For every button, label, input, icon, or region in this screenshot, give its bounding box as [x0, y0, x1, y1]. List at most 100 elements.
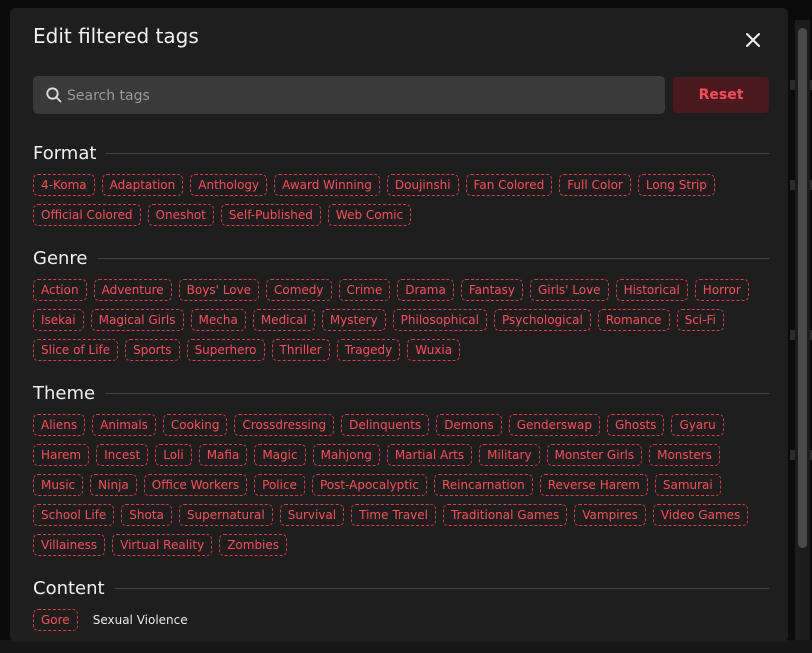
- tag-chip-psychological[interactable]: Psychological: [493, 309, 591, 331]
- search-input[interactable]: [65, 76, 659, 116]
- tag-chip-time-travel[interactable]: Time Travel: [351, 504, 436, 526]
- tag-chip-mystery[interactable]: Mystery: [321, 309, 386, 331]
- tag-chip-action[interactable]: Action: [33, 279, 87, 301]
- tag-chip-sexual-violence[interactable]: Sexual Violence: [85, 609, 196, 631]
- tag-chip-comedy[interactable]: Comedy: [266, 279, 332, 301]
- tag-chip-crime[interactable]: Crime: [338, 279, 391, 301]
- tag-chip-magical-girls[interactable]: Magical Girls: [90, 309, 184, 331]
- scrollbar-thumb[interactable]: [798, 28, 807, 548]
- tag-chip-isekai[interactable]: Isekai: [33, 309, 84, 331]
- section-divider: [97, 257, 769, 259]
- tag-chip-mecha[interactable]: Mecha: [190, 309, 246, 331]
- tag-chip-traditional-games[interactable]: Traditional Games: [443, 504, 568, 526]
- tag-chip-tragedy[interactable]: Tragedy: [336, 339, 401, 361]
- tag-chip-military[interactable]: Military: [479, 444, 540, 466]
- tag-chip-adventure[interactable]: Adventure: [93, 279, 172, 301]
- tag-chip-reincarnation[interactable]: Reincarnation: [433, 474, 533, 496]
- tag-chip-crossdressing[interactable]: Crossdressing: [234, 414, 335, 436]
- tag-chip-doujinshi[interactable]: Doujinshi: [386, 174, 459, 196]
- tag-chip-ninja[interactable]: Ninja: [90, 474, 137, 496]
- tag-chip-monsters[interactable]: Monsters: [649, 444, 720, 466]
- tag-chip-cooking[interactable]: Cooking: [162, 414, 228, 436]
- edit-filtered-tags-dialog: Edit filtered tags Reset Format 4-Koma Ad…: [10, 8, 788, 642]
- tag-chip-long-strip[interactable]: Long Strip: [637, 174, 715, 196]
- tag-chip-ghosts[interactable]: Ghosts: [606, 414, 665, 436]
- section-header: Content: [33, 577, 769, 599]
- tag-chip-gore[interactable]: Gore: [33, 609, 78, 631]
- section-title: Genre: [33, 247, 88, 269]
- tag-chip-superhero[interactable]: Superhero: [186, 339, 265, 361]
- tag-chip-monster-girls[interactable]: Monster Girls: [546, 444, 643, 466]
- page-scrollbar[interactable]: [795, 20, 810, 640]
- tag-chip-official-colored[interactable]: Official Colored: [33, 204, 141, 226]
- section-format: Format 4-Koma Adaptation Anthology Award Wi…: [33, 142, 769, 226]
- tag-chip-police[interactable]: Police: [254, 474, 305, 496]
- tag-chip-villainess[interactable]: Villainess: [33, 534, 106, 556]
- tag-chip-video-games[interactable]: Video Games: [652, 504, 749, 526]
- tag-chip-slice-of-life[interactable]: Slice of Life: [33, 339, 119, 361]
- tag-chip-incest[interactable]: Incest: [96, 444, 149, 466]
- tag-chip-music[interactable]: Music: [33, 474, 84, 496]
- tag-chip-demons[interactable]: Demons: [436, 414, 502, 436]
- tag-chip-sports[interactable]: Sports: [125, 339, 180, 361]
- reset-button[interactable]: Reset: [673, 77, 769, 113]
- tag-chip-school-life[interactable]: School Life: [33, 504, 115, 526]
- tag-chip-self-published[interactable]: Self-Published: [220, 204, 321, 226]
- close-button[interactable]: [743, 30, 763, 50]
- tag-chip-vampires[interactable]: Vampires: [574, 504, 646, 526]
- tag-chip-4-koma[interactable]: 4-Koma: [33, 174, 95, 196]
- tag-chip-web-comic[interactable]: Web Comic: [327, 204, 412, 226]
- tag-chip-harem[interactable]: Harem: [33, 444, 90, 466]
- tag-chip-wuxia[interactable]: Wuxia: [407, 339, 461, 361]
- tag-chip-supernatural[interactable]: Supernatural: [178, 504, 273, 526]
- tag-chip-girls-love[interactable]: Girls' Love: [530, 279, 609, 301]
- tag-chip-boys-love[interactable]: Boys' Love: [178, 279, 260, 301]
- tag-chip-mahjong[interactable]: Mahjong: [312, 444, 380, 466]
- tag-chip-delinquents[interactable]: Delinquents: [341, 414, 430, 436]
- tag-chip-drama[interactable]: Drama: [397, 279, 454, 301]
- tag-chip-romance[interactable]: Romance: [597, 309, 670, 331]
- tag-chip-horror[interactable]: Horror: [694, 279, 749, 301]
- tag-chip-loli[interactable]: Loli: [155, 444, 192, 466]
- section-title: Content: [33, 577, 105, 599]
- tag-chip-virtual-reality[interactable]: Virtual Reality: [112, 534, 213, 556]
- tag-list: Gore Sexual Violence: [33, 609, 769, 631]
- tag-chip-thriller[interactable]: Thriller: [271, 339, 330, 361]
- tag-chip-sci-fi[interactable]: Sci-Fi: [676, 309, 724, 331]
- tag-chip-fan-colored[interactable]: Fan Colored: [465, 174, 553, 196]
- tag-chip-adaptation[interactable]: Adaptation: [101, 174, 184, 196]
- tag-chip-full-color[interactable]: Full Color: [559, 174, 631, 196]
- tag-chip-aliens[interactable]: Aliens: [33, 414, 86, 436]
- section-title: Format: [33, 142, 97, 164]
- tag-chip-reverse-harem[interactable]: Reverse Harem: [539, 474, 648, 496]
- tag-chip-magic[interactable]: Magic: [254, 444, 306, 466]
- tag-chip-oneshot[interactable]: Oneshot: [147, 204, 214, 226]
- section-header: Theme: [33, 382, 769, 404]
- tag-chip-zombies[interactable]: Zombies: [219, 534, 288, 556]
- tag-chip-genderswap[interactable]: Genderswap: [508, 414, 600, 436]
- tag-chip-samurai[interactable]: Samurai: [654, 474, 721, 496]
- search-icon: [46, 87, 62, 103]
- tag-chip-office-workers[interactable]: Office Workers: [143, 474, 248, 496]
- section-divider: [105, 392, 769, 394]
- section-header: Format: [33, 142, 769, 164]
- tag-list: Action Adventure Boys' Love Comedy Crime Dram…: [33, 279, 769, 361]
- tag-chip-philosophical[interactable]: Philosophical: [392, 309, 487, 331]
- section-content: Content Gore Sexual Violence: [33, 577, 769, 631]
- section-divider: [114, 587, 769, 589]
- tag-chip-historical[interactable]: Historical: [615, 279, 688, 301]
- tag-chip-anthology[interactable]: Anthology: [190, 174, 268, 196]
- tag-chip-mafia[interactable]: Mafia: [198, 444, 248, 466]
- section-genre: Genre Action Adventure Boys' Love Comedy Cri…: [33, 247, 769, 361]
- tag-chip-animals[interactable]: Animals: [92, 414, 156, 436]
- tag-chip-gyaru[interactable]: Gyaru: [671, 414, 724, 436]
- tag-chip-survival[interactable]: Survival: [279, 504, 345, 526]
- tag-chip-medical[interactable]: Medical: [252, 309, 315, 331]
- tag-chip-fantasy[interactable]: Fantasy: [460, 279, 523, 301]
- tag-chip-award-winning[interactable]: Award Winning: [274, 174, 380, 196]
- tag-chip-martial-arts[interactable]: Martial Arts: [386, 444, 473, 466]
- tag-chip-shota[interactable]: Shota: [121, 504, 172, 526]
- dialog-title: Edit filtered tags: [33, 24, 199, 48]
- tag-chip-post-apocalyptic[interactable]: Post-Apocalyptic: [311, 474, 427, 496]
- tag-list: Aliens Animals Cooking Crossdressing Delinqu…: [33, 414, 769, 556]
